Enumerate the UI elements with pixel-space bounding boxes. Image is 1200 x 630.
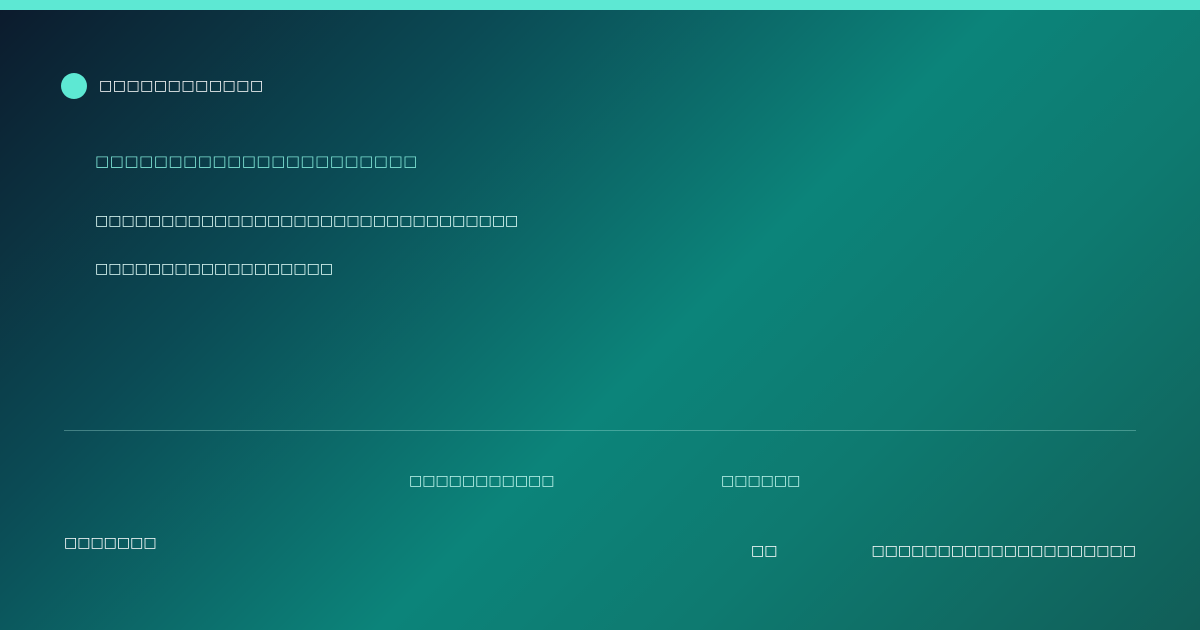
headline: □□□□□□□□□□□□□□□□□□□□□□ xyxy=(95,152,418,170)
footer-item-1: □□□□□□□□□□□ xyxy=(409,473,555,489)
footer-divider xyxy=(64,430,1136,431)
body-line-2: □□□□□□□□□□□□□□□□□□ xyxy=(95,261,334,277)
brand-logo-dot xyxy=(61,73,87,99)
footer-item-3: □□□□□□□ xyxy=(64,535,157,551)
body-line-1: □□□□□□□□□□□□□□□□□□□□□□□□□□□□□□□□ xyxy=(95,213,519,229)
brand-name: □□□□□□□□□□□□ xyxy=(99,78,264,94)
footer-item-4: □□ xyxy=(751,543,778,559)
top-accent-bar xyxy=(0,0,1200,10)
footer-item-5: □□□□□□□□□□□□□□□□□□□□ xyxy=(871,543,1136,559)
brand: □□□□□□□□□□□□ xyxy=(61,73,264,99)
footer-item-2: □□□□□□ xyxy=(721,473,801,489)
